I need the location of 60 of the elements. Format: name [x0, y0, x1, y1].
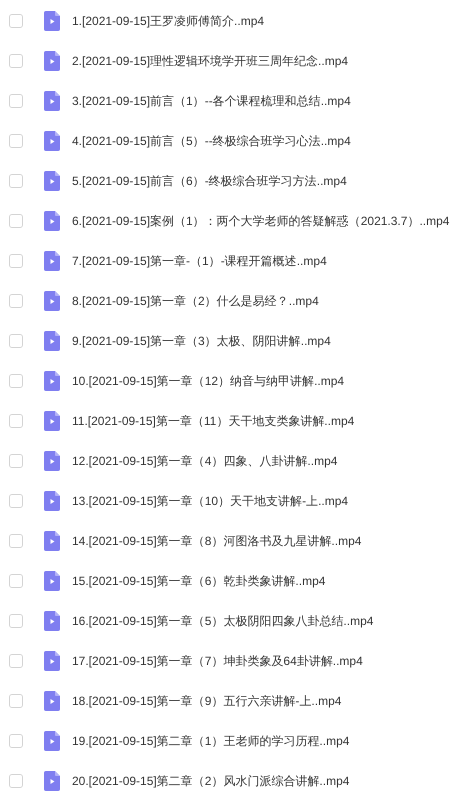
- file-name[interactable]: 20.[2021-09-15]第二章（2）风水门派综合讲解..mp4: [72, 772, 350, 790]
- file-name[interactable]: 13.[2021-09-15]第一章（10）天干地支讲解-上..mp4: [72, 492, 348, 510]
- video-file-icon: [44, 171, 60, 191]
- video-file-icon: [44, 211, 60, 231]
- checkbox[interactable]: [9, 254, 23, 268]
- video-file-icon: [44, 331, 60, 351]
- video-file-icon: [44, 531, 60, 551]
- video-file-icon: [44, 451, 60, 471]
- video-file-icon: [44, 651, 60, 671]
- video-file-icon: [44, 371, 60, 391]
- video-file-icon: [44, 771, 60, 791]
- checkbox[interactable]: [9, 214, 23, 228]
- checkbox[interactable]: [9, 734, 23, 748]
- file-name[interactable]: 14.[2021-09-15]第一章（8）河图洛书及九星讲解..mp4: [72, 532, 362, 550]
- checkbox[interactable]: [9, 374, 23, 388]
- checkbox[interactable]: [9, 534, 23, 548]
- video-file-icon: [44, 91, 60, 111]
- checkbox[interactable]: [9, 454, 23, 468]
- file-name[interactable]: 5.[2021-09-15]前言（6）-终极综合班学习方法..mp4: [72, 172, 347, 190]
- checkbox[interactable]: [9, 694, 23, 708]
- video-file-icon: [44, 291, 60, 311]
- video-file-icon: [44, 51, 60, 71]
- checkbox[interactable]: [9, 774, 23, 788]
- file-name[interactable]: 16.[2021-09-15]第一章（5）太极阴阳四象八卦总结..mp4: [72, 612, 374, 630]
- checkbox[interactable]: [9, 614, 23, 628]
- checkbox[interactable]: [9, 134, 23, 148]
- video-file-icon: [44, 571, 60, 591]
- file-name[interactable]: 6.[2021-09-15]案例（1）：两个大学老师的答疑解惑（2021.3.7）..mp4: [72, 212, 450, 230]
- file-name[interactable]: 12.[2021-09-15]第一章（4）四象、八卦讲解..mp4: [72, 452, 338, 470]
- file-name[interactable]: 19.[2021-09-15]第二章（1）王老师的学习历程..mp4: [72, 732, 350, 750]
- file-name[interactable]: 1.[2021-09-15]王罗凌师傅简介..mp4: [72, 12, 264, 30]
- checkbox[interactable]: [9, 294, 23, 308]
- file-name[interactable]: 18.[2021-09-15]第一章（9）五行六亲讲解-上..mp4: [72, 692, 342, 710]
- file-name[interactable]: 8.[2021-09-15]第一章（2）什么是易经？..mp4: [72, 292, 319, 310]
- file-name[interactable]: 2.[2021-09-15]理性逻辑环境学开班三周年纪念..mp4: [72, 52, 348, 70]
- video-file-icon: [44, 11, 60, 31]
- file-name[interactable]: 4.[2021-09-15]前言（5）--终极综合班学习心法..mp4: [72, 132, 351, 150]
- video-file-icon: [44, 491, 60, 511]
- file-name[interactable]: 15.[2021-09-15]第一章（6）乾卦类象讲解..mp4: [72, 572, 326, 590]
- file-name[interactable]: 11.[2021-09-15]第一章（11）天干地支类象讲解..mp4: [72, 412, 354, 430]
- file-name[interactable]: 9.[2021-09-15]第一章（3）太极、阴阳讲解..mp4: [72, 332, 331, 350]
- checkbox[interactable]: [9, 94, 23, 108]
- video-file-icon: [44, 611, 60, 631]
- checkbox[interactable]: [9, 174, 23, 188]
- checkbox[interactable]: [9, 14, 23, 28]
- checkbox[interactable]: [9, 414, 23, 428]
- video-file-icon: [44, 411, 60, 431]
- video-file-icon: [44, 691, 60, 711]
- checkbox[interactable]: [9, 494, 23, 508]
- file-name[interactable]: 3.[2021-09-15]前言（1）--各个课程梳理和总结..mp4: [72, 92, 351, 110]
- checkbox[interactable]: [9, 334, 23, 348]
- file-name[interactable]: 10.[2021-09-15]第一章（12）纳音与纳甲讲解..mp4: [72, 372, 344, 390]
- video-file-icon: [44, 131, 60, 151]
- video-file-icon: [44, 731, 60, 751]
- video-file-icon: [44, 251, 60, 271]
- checkbox[interactable]: [9, 574, 23, 588]
- file-name[interactable]: 7.[2021-09-15]第一章-（1）-课程开篇概述..mp4: [72, 252, 327, 270]
- checkbox[interactable]: [9, 654, 23, 668]
- file-name[interactable]: 17.[2021-09-15]第一章（7）坤卦类象及64卦讲解..mp4: [72, 652, 363, 670]
- checkbox[interactable]: [9, 54, 23, 68]
